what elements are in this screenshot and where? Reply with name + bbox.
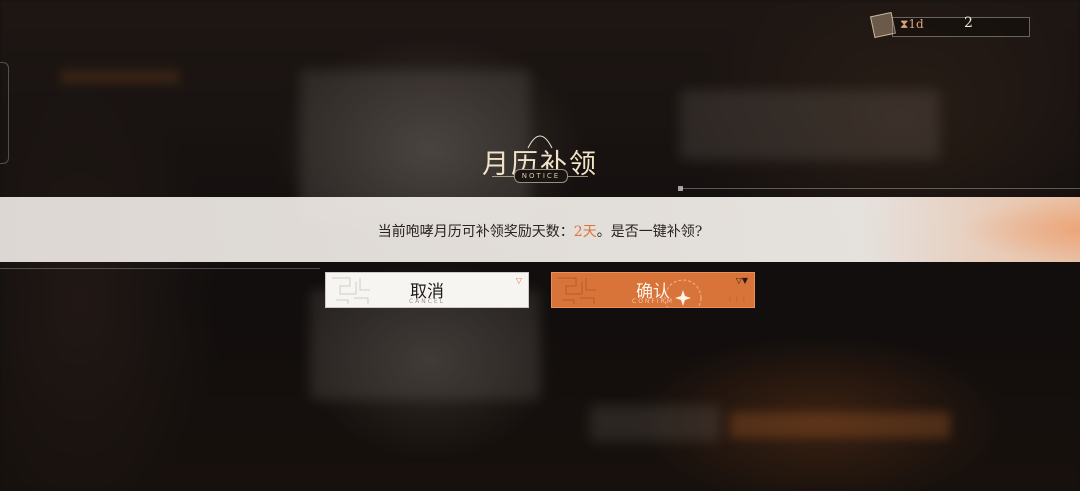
decor-line [680,188,1080,189]
confirm-sublabel: CONFIRM [632,298,674,305]
message-days: 2天 [573,224,597,240]
cancel-sublabel: CANCEL [408,298,446,305]
top-status-bar: ⧗1d 2 [869,11,1032,39]
message-band: 当前咆哮月历可补领奖励天数：2天。是否一键补领? [0,197,1080,262]
confirm-button[interactable]: ▽▼ ⋮⋮⋮ 确认 CONFIRM [551,272,755,308]
message-suffix: 。是否一键补领? [596,224,703,240]
dialog-header: 月历补领 NOTICE [470,130,610,190]
side-drawer-handle[interactable] [0,62,9,164]
dialog-subtitle: NOTICE [514,169,568,183]
cancel-button[interactable]: ▽ 取消 CANCEL [325,272,529,308]
dialog-message: 当前咆哮月历可补领奖励天数：2天。是否一键补领? [0,221,1080,241]
timer-text: ⧗1d [900,17,924,31]
message-prefix: 当前咆哮月历可补领奖励天数： [377,224,574,240]
decor-line [0,268,320,269]
item-count: 2 [964,15,973,31]
